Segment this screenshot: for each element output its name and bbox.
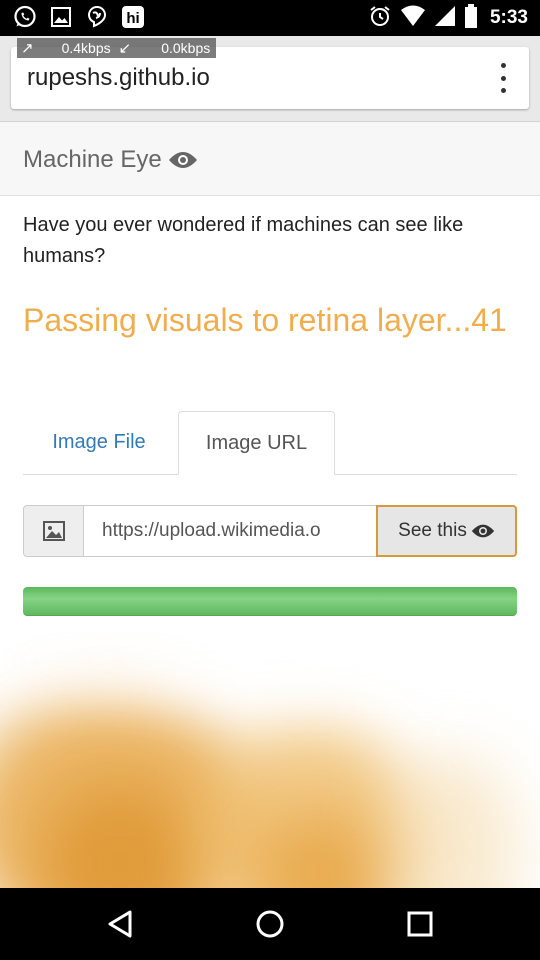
system-nav-bar — [0, 888, 540, 960]
brand-title[interactable]: Machine Eye — [23, 146, 162, 174]
image-url-input[interactable]: https://upload.wikimedia.o — [83, 505, 377, 557]
upload-arrow-icon: ↗ — [21, 40, 34, 57]
download-speed: 0.0kbps — [161, 40, 211, 56]
image-addon — [23, 505, 84, 557]
overflow-menu-button[interactable] — [491, 63, 515, 93]
site-brand[interactable]: Machine Eye — [23, 146, 198, 174]
menu-dot-icon — [500, 88, 506, 93]
picture-icon — [42, 521, 65, 541]
download-arrow-icon: ↙ — [118, 40, 132, 57]
input-tabs: Image File Image URL — [23, 411, 517, 475]
home-button[interactable] — [252, 906, 288, 942]
upload-speed: 0.4kbps — [61, 40, 111, 56]
recents-button[interactable] — [402, 906, 438, 942]
hike-icon: hi — [120, 4, 146, 30]
svg-text:hi: hi — [126, 10, 139, 27]
clock: 5:33 — [489, 7, 528, 28]
gallery-icon — [48, 4, 74, 30]
tab-image-url[interactable]: Image URL — [178, 411, 335, 475]
battery-icon — [464, 3, 478, 33]
menu-dot-icon — [500, 75, 506, 81]
wifi-icon — [400, 5, 426, 32]
hangouts-icon — [84, 4, 110, 30]
recents-square-icon — [407, 911, 433, 937]
status-bar: hi 5:33 — [0, 0, 540, 36]
see-this-label: See this — [398, 520, 467, 541]
progress-bar — [23, 587, 517, 616]
home-circle-icon — [256, 910, 284, 938]
back-button[interactable] — [102, 906, 138, 942]
whatsapp-icon — [12, 4, 38, 30]
site-navbar: Machine Eye — [0, 122, 540, 196]
see-this-button[interactable]: See this — [376, 505, 517, 557]
eye-icon — [168, 152, 197, 168]
alarm-icon — [368, 4, 392, 33]
back-triangle-icon — [108, 910, 132, 938]
url-input-group: https://upload.wikimedia.o See this — [23, 505, 517, 557]
address-url[interactable]: rupeshs.github.io — [27, 64, 210, 92]
signal-icon — [434, 5, 456, 32]
browser-toolbar: rupeshs.github.io ↗ 0.4kbps ↙ 0.0kbps — [0, 36, 540, 122]
blurred-preview-image — [0, 632, 540, 888]
progress-fill — [23, 587, 517, 616]
tab-image-file[interactable]: Image File — [23, 411, 175, 474]
eye-icon — [471, 524, 495, 538]
menu-dot-icon — [500, 63, 506, 68]
intro-text: Have you ever wondered if machines can s… — [23, 214, 464, 267]
network-speed-overlay: ↗ 0.4kbps ↙ 0.0kbps — [17, 38, 217, 58]
status-heading: Passing visuals to retina layer...41 — [23, 302, 507, 338]
web-page: Machine Eye Have you ever wondered if ma… — [0, 122, 540, 888]
